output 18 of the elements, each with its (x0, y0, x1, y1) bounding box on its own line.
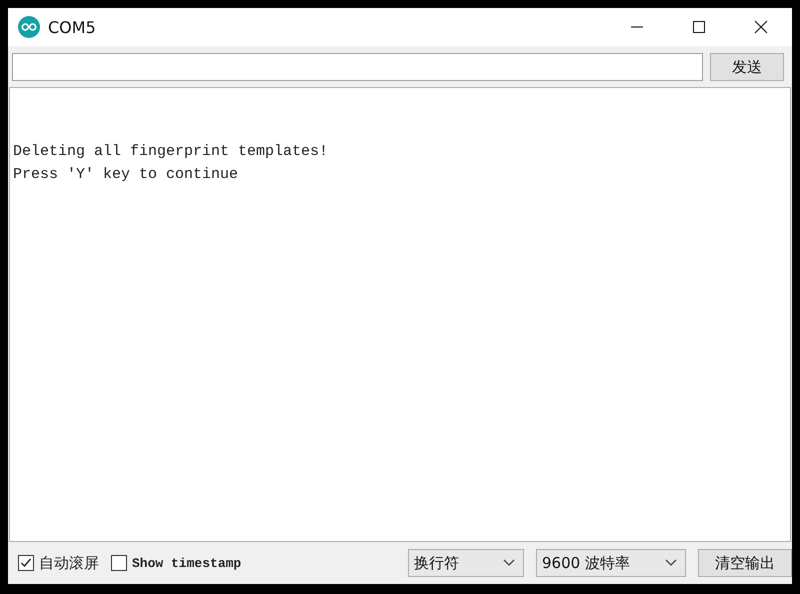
clear-output-button[interactable]: 清空输出 (698, 549, 792, 577)
timestamp-checkbox[interactable] (111, 555, 127, 571)
output-line: Deleting all fingerprint templates! (13, 142, 330, 162)
close-icon[interactable] (754, 20, 768, 34)
window-title: COM5 (48, 18, 97, 36)
maximize-icon[interactable] (692, 20, 706, 34)
caret-icon (503, 559, 515, 567)
send-button[interactable]: 发送 (710, 53, 784, 81)
caret-icon (665, 559, 677, 567)
line-ending-dropdown[interactable]: 换行符 (408, 549, 524, 577)
autoscroll-checkbox[interactable] (18, 555, 34, 571)
send-field[interactable] (12, 53, 703, 81)
app-logo-icon (18, 16, 40, 38)
timestamp-label: Show timestamp (132, 556, 242, 570)
output-line: Press 'Y' key to continue (13, 165, 240, 185)
checkmark-icon (20, 557, 32, 569)
baud-rate-dropdown[interactable]: 9600 波特率 (536, 549, 686, 577)
autoscroll-label: 自动滚屏 (39, 554, 99, 572)
